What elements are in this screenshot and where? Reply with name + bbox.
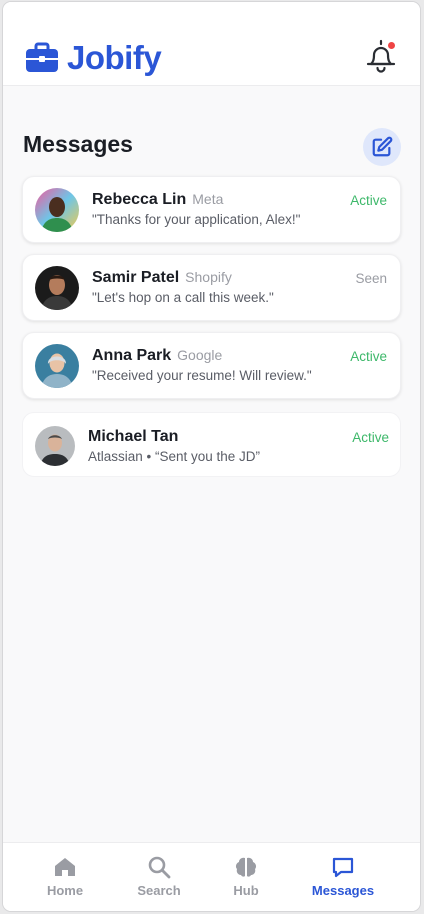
contact-name: Anna Park Google (92, 347, 222, 365)
briefcase-icon (26, 42, 58, 72)
brand-logo[interactable]: Jobify (25, 38, 162, 78)
nav-item-messages[interactable]: Messages (298, 855, 388, 898)
phone-screen: Jobify Messages Rebecca Lin Meta "Thanks… (2, 1, 421, 912)
compose-message-button[interactable] (363, 128, 401, 166)
company-name: Shopify (185, 269, 232, 285)
app-header: Jobify (3, 2, 420, 86)
brain-icon (235, 857, 257, 877)
edit-icon (372, 136, 393, 157)
contact-name-text: Anna Park (92, 347, 172, 364)
conversation-item[interactable]: Samir Patel Shopify "Let's hop on a call … (22, 254, 401, 321)
company-name: Meta (192, 191, 224, 207)
status-badge: Active (352, 430, 389, 445)
message-preview: "Received your resume! Will review." (92, 368, 312, 383)
contact-name: Michael Tan (88, 428, 178, 446)
nav-label: Search (137, 883, 181, 898)
avatar (35, 344, 79, 388)
contact-name-text: Rebecca Lin (92, 191, 187, 208)
company-name: Google (177, 347, 223, 363)
message-preview: "Let's hop on a call this week." (92, 290, 274, 305)
avatar (35, 266, 79, 310)
nav-item-search[interactable]: Search (114, 855, 204, 898)
message-icon (332, 857, 354, 878)
page-title: Messages (23, 131, 133, 157)
home-icon (55, 858, 75, 876)
status-badge: Seen (355, 271, 387, 286)
notifications-button[interactable] (364, 38, 398, 74)
search-icon (148, 856, 171, 879)
nav-label: Home (46, 883, 84, 898)
conversation-item[interactable]: Anna Park Google "Received your resume! W… (22, 332, 401, 399)
contact-name-text: Michael Tan (88, 428, 179, 445)
avatar (35, 426, 75, 466)
status-badge: Active (350, 349, 387, 364)
message-preview: Atlassian • “Sent you the JD” (88, 449, 261, 464)
bottom-navigation: Home Search Hub Messages (3, 842, 420, 911)
notification-dot (388, 42, 395, 49)
nav-item-home[interactable]: Home (20, 855, 110, 898)
status-badge: Active (350, 193, 387, 208)
nav-label: Messages (311, 883, 375, 898)
message-preview: "Thanks for your application, Alex!" (92, 212, 301, 227)
conversation-item[interactable]: Michael Tan Atlassian • “Sent you the JD… (22, 412, 401, 477)
nav-label: Hub (233, 883, 259, 898)
contact-name: Samir Patel Shopify (92, 269, 232, 287)
nav-item-hub[interactable]: Hub (201, 855, 291, 898)
brand-name: Jobify (67, 39, 162, 76)
conversation-item[interactable]: Rebecca Lin Meta "Thanks for your applica… (22, 176, 401, 243)
contact-name: Rebecca Lin Meta (92, 191, 223, 209)
contact-name-text: Samir Patel (92, 269, 180, 286)
avatar (35, 188, 79, 232)
